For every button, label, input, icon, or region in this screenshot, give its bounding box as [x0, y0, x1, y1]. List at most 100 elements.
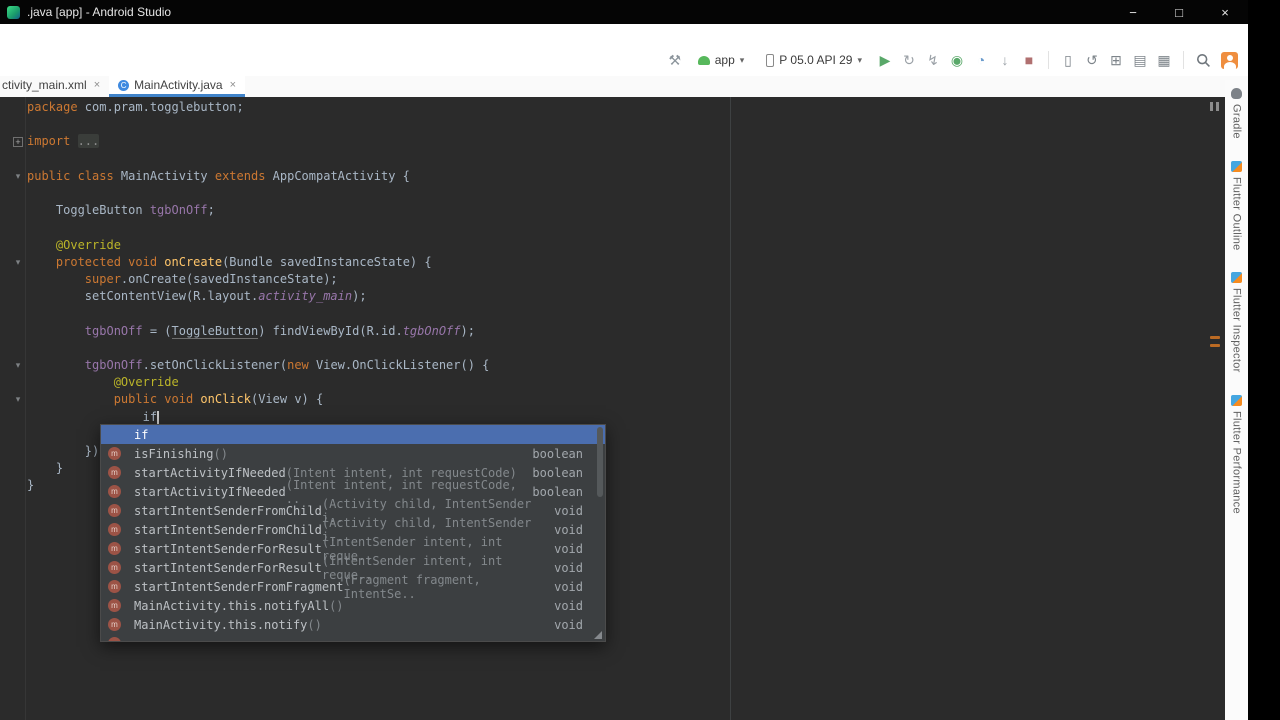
- chevron-down-icon: ▾: [857, 54, 862, 65]
- completion-name: startIntentSenderForResult: [134, 541, 322, 556]
- resource-manager-button[interactable]: ▦: [1152, 49, 1176, 71]
- apply-code-changes-button[interactable]: ↯: [921, 49, 945, 71]
- code-line[interactable]: [27, 219, 489, 236]
- run-config-label: app: [714, 53, 735, 67]
- toolbar-actions: ▶ ↻ ↯ ◉ ◔ ↓ ■: [873, 49, 1041, 71]
- java-class-icon: C: [118, 79, 130, 91]
- close-tab-icon[interactable]: ×: [230, 79, 236, 91]
- completion-item[interactable]: m: [101, 634, 605, 641]
- method-icon: m: [108, 466, 121, 479]
- inspections-widget[interactable]: [1206, 101, 1223, 112]
- tool-stripe-flutter-outline[interactable]: Flutter Outline: [1231, 160, 1243, 250]
- code-line[interactable]: super.onCreate(savedInstanceState);: [27, 271, 489, 288]
- search-everywhere-button[interactable]: [1191, 49, 1215, 71]
- code-line[interactable]: ToggleButton tgbOnOff;: [27, 202, 489, 219]
- code-line[interactable]: [27, 305, 489, 322]
- tool-stripe-label: Flutter Inspector: [1230, 288, 1243, 373]
- code-token: );: [352, 289, 367, 304]
- editor-tabbar: ctivity_main.xml × C MainActivity.java ×: [0, 76, 1248, 97]
- code-line[interactable]: package com.pram.togglebutton;: [27, 99, 489, 116]
- code-line[interactable]: import ...: [27, 133, 489, 150]
- code-line[interactable]: @Override: [27, 237, 489, 254]
- method-icon: m: [108, 504, 121, 517]
- user-avatar[interactable]: [1221, 51, 1238, 69]
- tab-label: MainActivity.java: [134, 78, 223, 92]
- device-selector[interactable]: P 05.0 API 29 ▾: [759, 51, 869, 69]
- method-icon: m: [108, 580, 121, 593]
- fold-collapse-icon[interactable]: ▾: [12, 254, 24, 271]
- avd-manager-button[interactable]: ▯: [1056, 49, 1080, 71]
- method-icon: m: [108, 637, 121, 641]
- code-token: ;: [207, 203, 215, 218]
- desktop-edge: [1248, 0, 1280, 720]
- code-line[interactable]: public class MainActivity extends AppCom…: [27, 168, 489, 185]
- sdk-manager-button[interactable]: ⊞: [1104, 49, 1128, 71]
- fold-collapse-icon[interactable]: ▾: [12, 357, 24, 374]
- change-marker: [1210, 336, 1220, 339]
- code-token: package: [27, 100, 85, 114]
- completion-name: isFinishing: [134, 446, 214, 461]
- flutter-icon: [1231, 272, 1242, 284]
- code-token: MainActivity: [120, 168, 215, 183]
- code-line[interactable]: [27, 340, 489, 357]
- code-line[interactable]: tgbOnOff = (ToggleButton) findViewById(R…: [27, 323, 489, 340]
- code-token: }: [27, 478, 35, 493]
- tab-mainactivity-java[interactable]: C MainActivity.java ×: [109, 76, 246, 97]
- tool-stripe-gradle[interactable]: Gradle: [1231, 88, 1243, 139]
- fold-collapse-icon[interactable]: ▾: [12, 168, 24, 185]
- maximize-button[interactable]: □: [1156, 0, 1202, 24]
- text-caret: [157, 410, 160, 424]
- sync-project-button[interactable]: ↺: [1080, 49, 1104, 71]
- code-token: if: [27, 409, 158, 424]
- completion-params: (Fragment fragment, IntentSe..: [343, 572, 481, 601]
- code-line[interactable]: public void onClick(View v) {: [27, 391, 489, 408]
- code-line[interactable]: setContentView(R.layout.activity_main);: [27, 288, 489, 305]
- completion-params: (): [213, 446, 228, 461]
- attach-debugger-button[interactable]: ↓: [993, 49, 1017, 71]
- completion-item[interactable]: if: [101, 425, 605, 444]
- editor[interactable]: package com.pram.togglebutton; import ..…: [0, 97, 1225, 720]
- code-token: );: [460, 323, 475, 338]
- code-token: .onCreate(savedInstanceState);: [120, 272, 338, 287]
- debug-button[interactable]: ◉: [945, 49, 969, 71]
- tool-stripe-flutter-performance[interactable]: Flutter Performance: [1231, 395, 1243, 514]
- minimize-button[interactable]: −: [1110, 0, 1156, 24]
- tab-activity-main-xml[interactable]: ctivity_main.xml ×: [0, 76, 109, 97]
- run-config-selector[interactable]: app ▾: [691, 51, 752, 69]
- code-line[interactable]: protected void onCreate(Bundle savedInst…: [27, 254, 489, 271]
- code-line[interactable]: [27, 151, 489, 168]
- completion-item[interactable]: m isFinishing() boolean: [101, 444, 605, 463]
- apply-changes-button[interactable]: ↻: [897, 49, 921, 71]
- completion-name: startIntentSenderFromChild: [134, 503, 322, 518]
- completion-item[interactable]: m MainActivity.this.notify() void: [101, 615, 605, 634]
- code-line[interactable]: [27, 116, 489, 133]
- toolbar-build: ⚒: [663, 49, 687, 71]
- change-marker: [1210, 344, 1220, 347]
- tool-stripe-flutter-inspector[interactable]: Flutter Inspector: [1231, 272, 1243, 373]
- android-icon: [697, 55, 710, 65]
- fold-expand-icon[interactable]: +: [13, 137, 23, 148]
- code-token: ToggleButton: [27, 203, 150, 218]
- popup-resize-grip[interactable]: [594, 631, 602, 639]
- layout-inspector-button[interactable]: ▤: [1128, 49, 1152, 71]
- popup-scrollbar[interactable]: [597, 427, 603, 497]
- method-icon: m: [108, 447, 121, 460]
- code-line[interactable]: @Override: [27, 374, 489, 391]
- chevron-down-icon: ▾: [739, 54, 745, 65]
- close-tab-icon[interactable]: ×: [94, 79, 100, 91]
- code-line[interactable]: tgbOnOff.setOnClickListener(new View.OnC…: [27, 357, 490, 374]
- close-button[interactable]: ×: [1202, 0, 1248, 24]
- build-icon[interactable]: ⚒: [663, 49, 687, 71]
- fold-collapse-icon[interactable]: ▾: [12, 391, 24, 408]
- toolbar-separator: [1048, 51, 1049, 69]
- profile-button[interactable]: ◔: [969, 49, 993, 71]
- completion-item[interactable]: m startIntentSenderFromFragment (Fragment …: [101, 573, 605, 601]
- stop-button[interactable]: ■: [1017, 49, 1041, 71]
- run-button[interactable]: ▶: [873, 49, 897, 71]
- code-token: new: [287, 358, 316, 373]
- completion-name: if: [134, 427, 149, 442]
- code-token: View.OnClickListener() {: [316, 358, 490, 373]
- code-line[interactable]: [27, 185, 489, 202]
- completion-return-type: void: [554, 522, 583, 537]
- code-token: onCreate: [164, 254, 223, 269]
